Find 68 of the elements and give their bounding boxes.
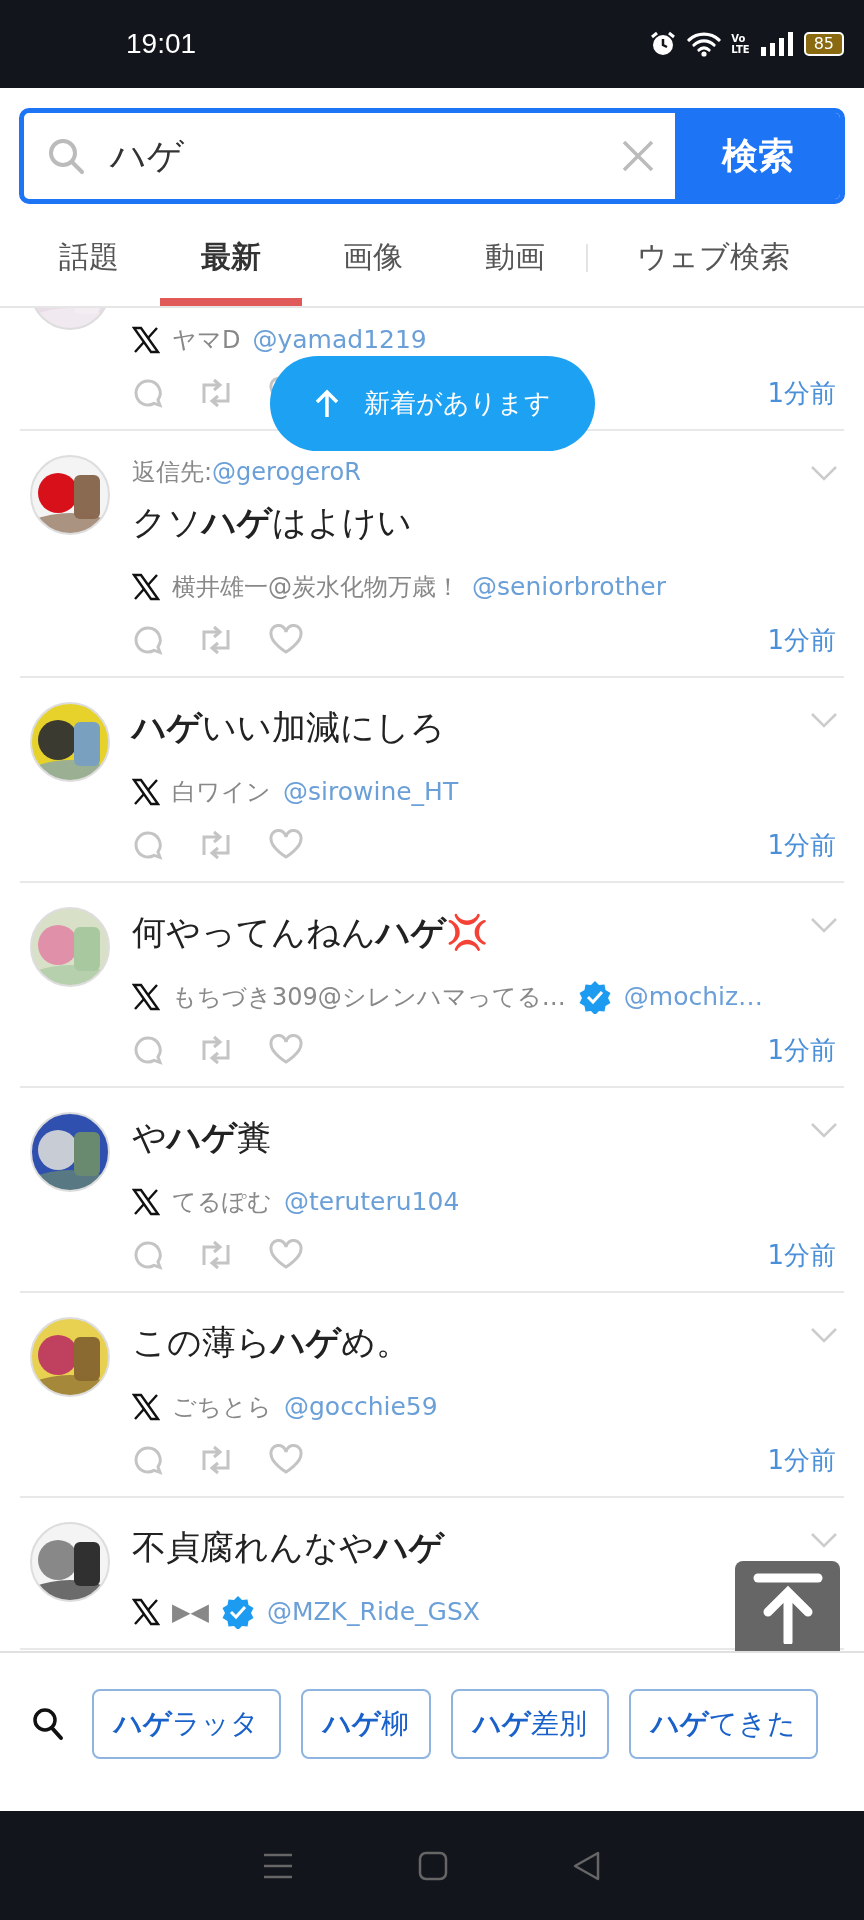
chevron-down-icon[interactable] [810,465,838,481]
post-text: やハゲ糞 [132,1116,272,1159]
user-name: 白ワイン [172,777,271,807]
user-name: 横井雄一@炭水化物万歳！ [172,572,460,602]
user-name: ▶◀ [172,1597,209,1627]
x-logo-icon [132,1188,160,1216]
suggestion-chip[interactable]: ハゲラッタ [92,1689,281,1759]
like-icon[interactable] [268,624,304,656]
like-icon[interactable] [268,1239,304,1271]
post-time: 1分前 [767,623,836,657]
tab[interactable]: ウェブ検索 [588,204,838,306]
post-text: ハゲいい加減にしろ [132,706,446,749]
post-text: この薄らハゲめ。 [132,1321,411,1364]
tab[interactable]: 最新 [160,204,302,306]
chevron-down-icon[interactable] [810,917,838,933]
reply-icon[interactable] [132,377,164,409]
like-icon[interactable] [268,829,304,861]
suggestion-chip[interactable]: ハゲてきた [629,1689,818,1759]
alarm-icon [649,30,678,58]
clock: 19:01 [126,28,197,60]
user-name: てるぽむ [172,1187,272,1217]
user-name: ごちとら [172,1392,272,1422]
like-icon[interactable] [268,1034,304,1066]
battery-indicator: 85 [803,32,844,56]
post-text: クソハゲはよけい [132,501,413,544]
chevron-down-icon[interactable] [810,1122,838,1138]
post-time: 1分前 [767,828,836,862]
arrow-up-icon [314,388,340,419]
volte-label: Vo LTE [731,33,750,55]
search-icon [46,136,86,176]
suggestion-chip[interactable]: ハゲ柳 [301,1689,431,1759]
reply-icon[interactable] [132,1034,164,1066]
tab[interactable]: 話題 [18,204,160,306]
x-logo-icon [132,326,160,354]
chevron-down-icon[interactable] [810,712,838,728]
search-button[interactable]: 検索 [675,113,840,199]
signal-icon [759,31,794,57]
clear-icon[interactable] [621,139,655,173]
x-logo-icon [132,1598,160,1626]
back-icon[interactable] [572,1850,602,1881]
reply-icon[interactable] [132,1444,164,1476]
home-square-icon[interactable] [418,1850,448,1881]
tab[interactable]: 画像 [302,204,444,306]
post-time: 1分前 [767,1238,836,1272]
scroll-to-top-button[interactable] [735,1561,840,1651]
user-name: ヤマD [172,325,241,355]
tab[interactable]: 動画 [444,204,586,306]
suggestion-chip[interactable]: ハゲ差別 [451,1689,609,1759]
post-time: 1分前 [767,376,836,410]
post-text: 不貞腐れんなやハゲ [132,1526,446,1569]
reply-icon[interactable] [132,829,164,861]
search-field[interactable]: ハゲ [24,113,675,199]
x-logo-icon [132,573,160,601]
like-icon[interactable] [268,1444,304,1476]
post-time: 1分前 [767,1033,836,1067]
chevron-down-icon[interactable] [810,1532,838,1548]
reply-to-label: 返信先:@gerogeroR [132,457,362,488]
x-logo-icon [132,983,160,1011]
chevron-down-icon[interactable] [810,1327,838,1343]
x-logo-icon [132,1393,160,1421]
post-text: 何やってんねんハゲ💢 [132,911,489,954]
search-icon [32,1707,64,1741]
reply-icon[interactable] [132,1239,164,1271]
x-logo-icon [132,778,160,806]
post-time: 1分前 [767,1443,836,1477]
reply-icon[interactable] [132,624,164,656]
wifi-icon [687,30,722,58]
user-name: もちづき309@シレンハマってる… [172,982,566,1012]
